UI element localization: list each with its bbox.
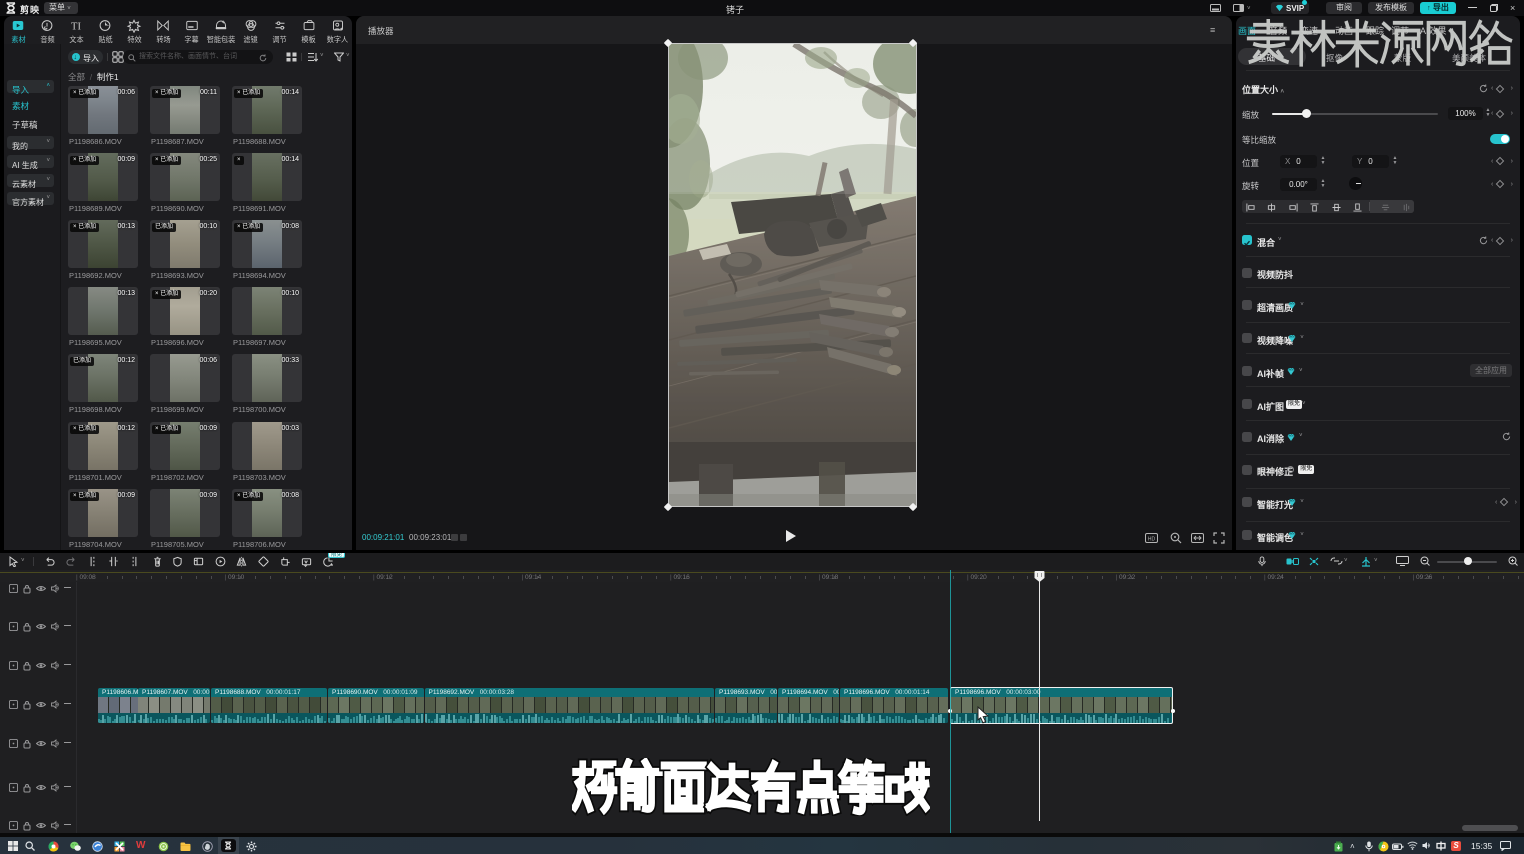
svg-text:TI: TI xyxy=(71,21,81,32)
svg-text:HD: HD xyxy=(1148,537,1156,543)
